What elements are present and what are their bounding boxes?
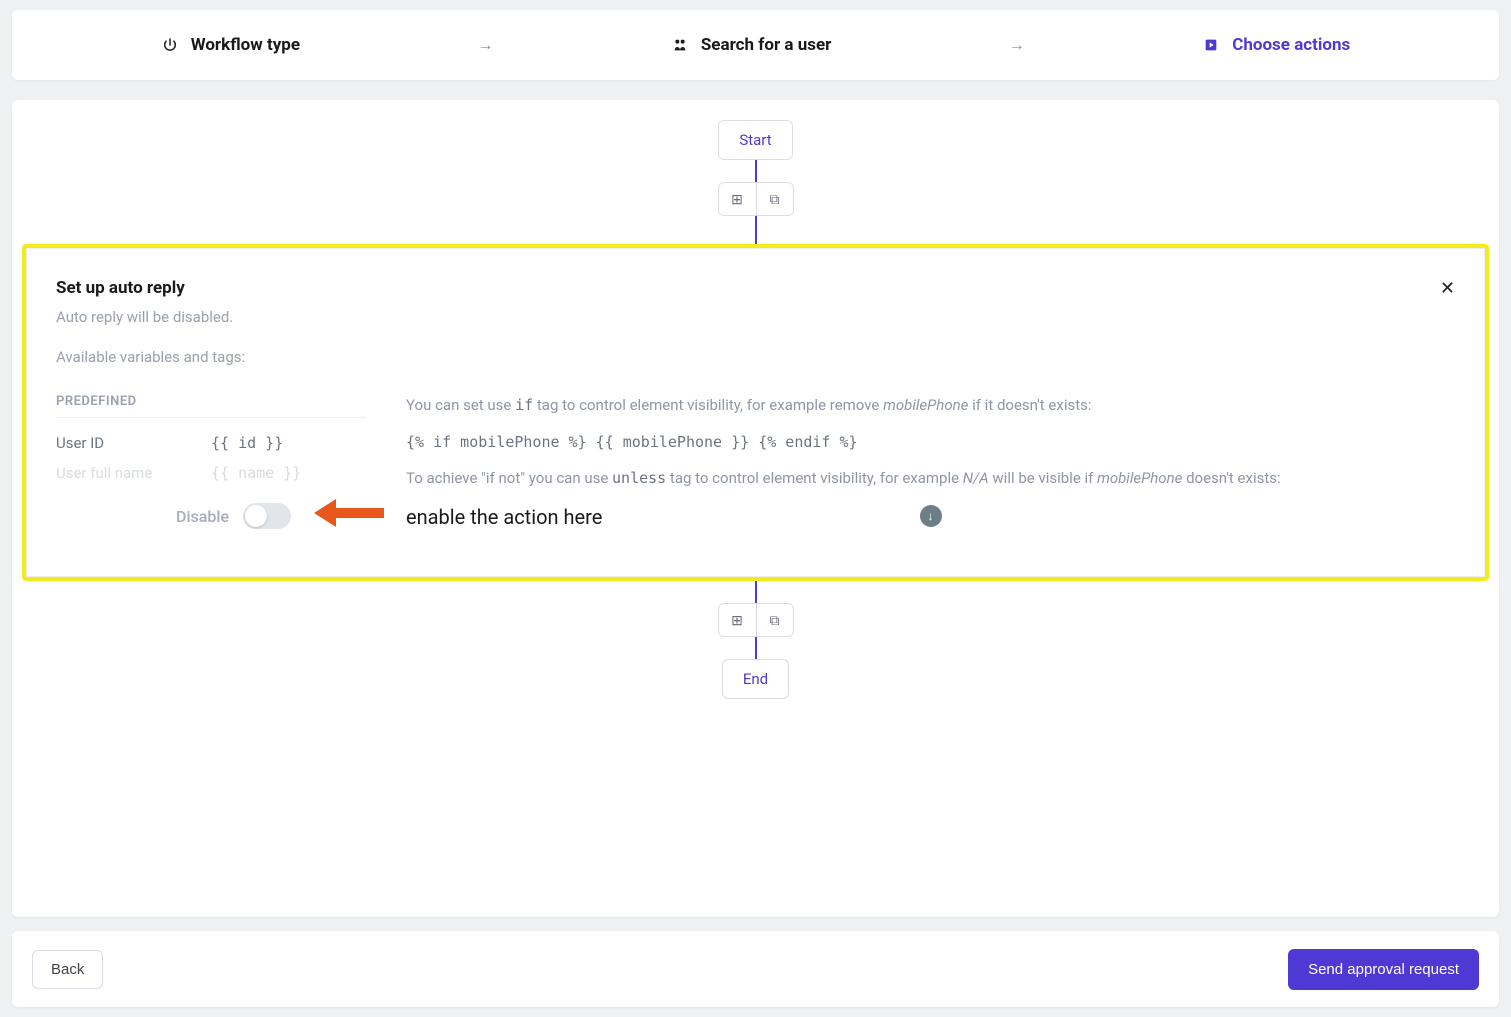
connector-line [755,216,757,244]
wizard-stepper: Workflow type → Search for a user → Choo… [12,10,1499,80]
annotation-arrow-icon [314,493,384,537]
predefined-header: PREDEFINED [56,394,366,418]
help-line-2: To achieve "if not" you can use unless t… [406,467,1455,490]
close-button[interactable]: ✕ [1440,278,1455,299]
button-label: Send approval request [1308,961,1459,978]
arrow-down-icon: ↓ [928,509,934,523]
close-icon: ✕ [1440,278,1455,298]
variable-row[interactable]: User ID {{ id }} [56,428,366,458]
flow-bottom: ⊞ ⧉ End [12,581,1499,699]
plus-icon: ⊞ [731,612,743,629]
send-approval-button[interactable]: Send approval request [1288,949,1479,990]
copy-step-button[interactable]: ⧉ [756,182,794,216]
help-line-1: You can set use if tag to control elemen… [406,394,1455,417]
step-workflow-type[interactable]: Workflow type [161,35,300,55]
plus-icon: ⊞ [731,191,743,208]
step-search-user[interactable]: Search for a user [671,35,832,55]
connector-line [755,581,757,603]
power-icon [161,36,179,54]
var-name: User ID [56,434,211,452]
end-node[interactable]: End [722,659,789,699]
toggle-label: Disable [176,507,229,526]
disable-toggle-row: Disable [176,503,291,529]
arrow-right-icon: → [477,35,493,55]
help-code-example: {% if mobilePhone %} {{ mobilePhone }} {… [406,433,1455,451]
back-button[interactable]: Back [32,950,103,989]
available-vars-label: Available variables and tags: [56,348,1455,366]
flow-top: Start ⊞ ⧉ [12,120,1499,244]
step-label: Workflow type [191,35,300,55]
variable-row[interactable]: User full name {{ name }} [56,458,366,488]
copy-icon: ⧉ [770,191,780,208]
disable-toggle[interactable] [243,503,291,529]
scroll-down-button[interactable]: ↓ [920,505,942,527]
connector-line [755,637,757,659]
var-name: User full name [56,464,211,482]
action-title: Set up auto reply [56,278,1455,298]
add-action-controls: ⊞ ⧉ [718,182,794,216]
users-icon [671,36,689,54]
action-subtitle: Auto reply will be disabled. [56,308,1455,326]
add-step-button[interactable]: ⊞ [718,603,756,637]
step-label: Search for a user [701,35,832,55]
workflow-canvas: Start ⊞ ⧉ ✕ Set up auto reply Auto reply… [12,100,1499,917]
copy-icon: ⧉ [770,612,780,629]
step-choose-actions[interactable]: Choose actions [1202,35,1350,55]
var-code: {{ id }} [211,434,366,452]
copy-step-button[interactable]: ⧉ [756,603,794,637]
var-code: {{ name }} [211,464,366,482]
node-label: End [743,670,768,688]
arrow-right-icon: → [1009,35,1025,55]
action-card-auto-reply: ✕ Set up auto reply Auto reply will be d… [22,244,1489,581]
connector-line [755,160,757,182]
footer-bar: Back Send approval request [12,931,1499,1007]
node-label: Start [739,131,771,149]
add-step-button[interactable]: ⊞ [718,182,756,216]
step-label: Choose actions [1232,35,1350,55]
button-label: Back [51,961,84,978]
add-action-controls: ⊞ ⧉ [718,603,794,637]
start-node[interactable]: Start [718,120,792,160]
actions-icon [1202,36,1220,54]
annotation-text: enable the action here [406,505,602,529]
